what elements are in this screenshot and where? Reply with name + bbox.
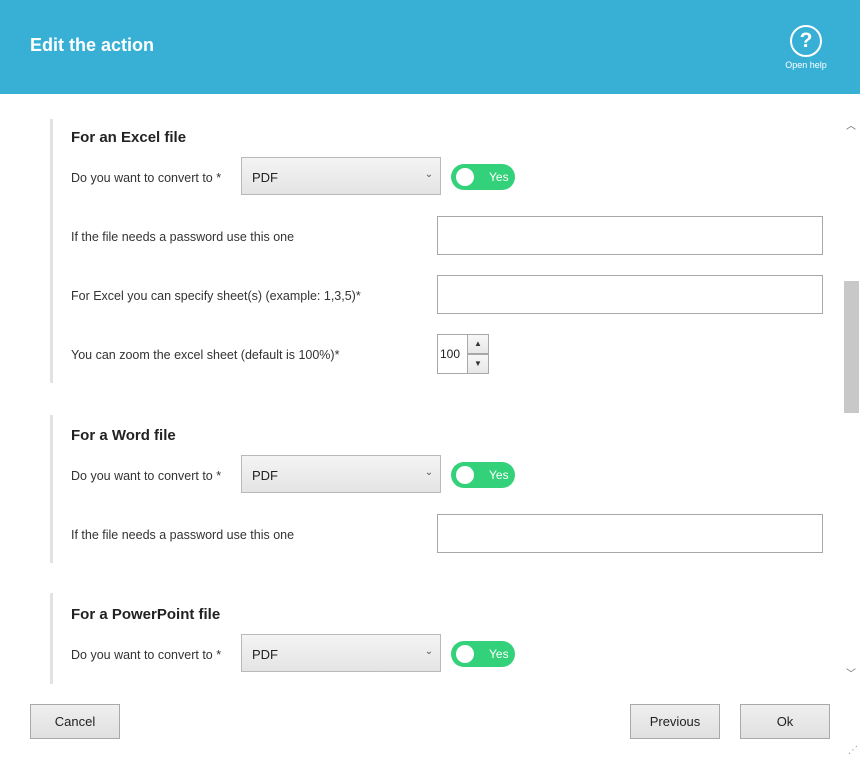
powerpoint-section-title: For a PowerPoint file [71, 606, 221, 623]
excel-zoom-label: You can zoom the excel sheet (default is… [71, 348, 340, 362]
previous-button[interactable]: Previous [630, 704, 720, 739]
word-toggle-label: Yes [489, 468, 509, 482]
excel-convert-value: PDF [252, 170, 278, 185]
word-convert-label: Do you want to convert to * [71, 469, 222, 483]
excel-zoom-stepper: ▲ ▼ [437, 334, 491, 374]
excel-convert-toggle[interactable]: Yes [451, 164, 515, 190]
excel-zoom-input[interactable] [437, 334, 468, 374]
excel-section: For an Excel file Do you want to convert… [50, 119, 830, 383]
cancel-button[interactable]: Cancel [30, 704, 120, 739]
powerpoint-toggle-label: Yes [489, 647, 509, 661]
excel-convert-label: Do you want to convert to * [71, 171, 222, 185]
toggle-knob [456, 466, 474, 484]
ok-button[interactable]: Ok [740, 704, 830, 739]
excel-section-title: For an Excel file [71, 129, 187, 146]
powerpoint-section: For a PowerPoint file Do you want to con… [50, 593, 830, 684]
word-convert-toggle[interactable]: Yes [451, 462, 515, 488]
powerpoint-convert-label: Do you want to convert to * [71, 648, 222, 662]
word-convert-select[interactable]: PDF ⌄ [241, 455, 441, 493]
word-section-title: For a Word file [71, 427, 176, 444]
zoom-increment-button[interactable]: ▲ [467, 334, 489, 354]
scroll-down-icon[interactable]: ﹀ [842, 668, 860, 682]
excel-password-label: If the file needs a password use this on… [71, 230, 295, 244]
zoom-decrement-button[interactable]: ▼ [467, 354, 489, 374]
chevron-down-icon: ⌄ [424, 467, 434, 478]
word-password-input[interactable] [437, 514, 823, 553]
open-help-button[interactable]: ? Open help [782, 25, 830, 70]
powerpoint-convert-toggle[interactable]: Yes [451, 641, 515, 667]
scroll-up-icon[interactable]: ︿ [842, 120, 860, 134]
chevron-down-icon: ⌄ [424, 646, 434, 657]
help-icon: ? [790, 25, 822, 57]
dialog-title: Edit the action [30, 35, 155, 55]
chevron-down-icon: ⌄ [424, 169, 434, 180]
edit-action-dialog: Edit the action ? Open help For an Excel… [0, 0, 860, 759]
open-help-label: Open help [785, 60, 827, 70]
excel-toggle-label: Yes [489, 170, 509, 184]
excel-convert-select[interactable]: PDF ⌄ [241, 157, 441, 195]
dialog-header: Edit the action ? Open help [0, 0, 860, 94]
excel-sheets-label: For Excel you can specify sheet(s) (exam… [71, 289, 361, 303]
word-password-label: If the file needs a password use this on… [71, 528, 295, 542]
word-convert-value: PDF [252, 468, 278, 483]
powerpoint-convert-value: PDF [252, 647, 278, 662]
content-scrollbar[interactable]: ︿ ﹀ [842, 118, 860, 684]
toggle-knob [456, 645, 474, 663]
powerpoint-convert-select[interactable]: PDF ⌄ [241, 634, 441, 672]
toggle-knob [456, 168, 474, 186]
word-section: For a Word file Do you want to convert t… [50, 415, 830, 563]
dialog-content: For an Excel file Do you want to convert… [0, 94, 842, 684]
scrollbar-thumb[interactable] [844, 281, 859, 413]
excel-sheets-input[interactable] [437, 275, 823, 314]
excel-password-input[interactable] [437, 216, 823, 255]
resize-grip-icon[interactable]: ⋰ [848, 745, 858, 756]
